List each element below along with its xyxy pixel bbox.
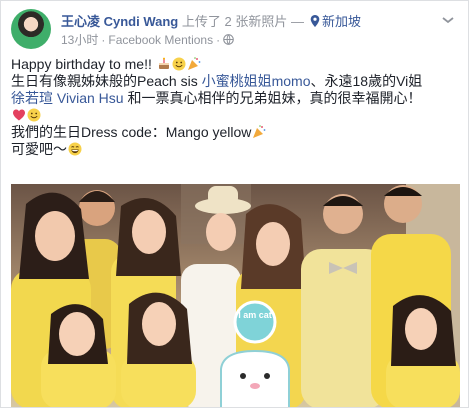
person-front-middle	[121, 292, 196, 407]
post-source: Facebook Mentions	[108, 33, 214, 47]
message-line-4	[11, 107, 461, 124]
heart-emoji	[13, 109, 25, 121]
post-photo[interactable]: I am cat	[11, 184, 460, 407]
message-line-2: 生日有像親姊妹般的Peach sis 小蜜桃姐姐momo、永遠18歲的Vi姐	[11, 73, 461, 90]
location-pin-icon	[310, 15, 320, 27]
post-separator: —	[290, 14, 304, 29]
smile-emoji	[172, 57, 186, 71]
message-peach-prefix: 生日有像親姊妹般的Peach sis	[11, 73, 202, 89]
tag-vivian-link[interactable]: 徐若瑄 Vivian Hsu	[11, 90, 124, 106]
facebook-post: 王心凌 Cyndi Wang 上传了 2 张新照片 — 新加坡 13小时 · Face…	[0, 0, 469, 408]
message-line-1: Happy birthday to me!!	[11, 56, 461, 73]
message-friends: 和一票真心相伴的兄弟姐妹，真的很幸福開心！	[123, 90, 422, 106]
smile-emoji-2	[27, 108, 41, 122]
message-birthday: Happy birthday to me!!	[11, 56, 152, 72]
post-meta: 13小时 · Facebook Mentions ·	[61, 31, 234, 48]
message-cute: 可愛吧～	[11, 141, 67, 157]
meta-dot-2: ·	[216, 33, 221, 47]
grin-emoji	[68, 142, 82, 156]
group-photo-illustration: I am cat	[11, 184, 460, 407]
person-front-right	[386, 295, 460, 407]
cake-emoji	[158, 57, 169, 69]
post-time-link[interactable]: 13小时	[61, 33, 98, 47]
tag-momo-link[interactable]: 小蜜桃姐姐momo	[202, 73, 311, 89]
message-line-6: 可愛吧～	[11, 141, 461, 158]
author-name-link[interactable]: 王心凌 Cyndi Wang	[61, 14, 178, 29]
more-options-icon[interactable]	[440, 15, 456, 25]
post-header: 王心凌 Cyndi Wang 上传了 2 张新照片 — 新加坡 13小时 · Face…	[11, 9, 458, 49]
globe-icon[interactable]	[223, 34, 234, 45]
post-action-text: 上传了 2 张新照片	[181, 14, 288, 29]
author-avatar[interactable]	[11, 9, 51, 49]
message-dress-code: 我們的生日Dress code：Mango yellow	[11, 124, 252, 140]
meta-dot: ·	[101, 33, 106, 47]
post-message: Happy birthday to me!! 生日有像親姊妹般的Peach si…	[11, 56, 461, 158]
post-title-line: 王心凌 Cyndi Wang 上传了 2 张新照片 — 新加坡	[61, 11, 361, 30]
location-link[interactable]: 新加坡	[322, 14, 361, 29]
party-emoji-2	[253, 125, 266, 138]
message-line-5: 我們的生日Dress code：Mango yellow	[11, 124, 461, 141]
message-line-3: 徐若瑄 Vivian Hsu 和一票真心相伴的兄弟姐妹，真的很幸福開心！	[11, 90, 461, 107]
party-emoji	[187, 57, 201, 70]
sticker-text: I am cat	[238, 310, 272, 320]
message-vi-mid: 、永遠18歲的Vi姐	[310, 73, 423, 89]
